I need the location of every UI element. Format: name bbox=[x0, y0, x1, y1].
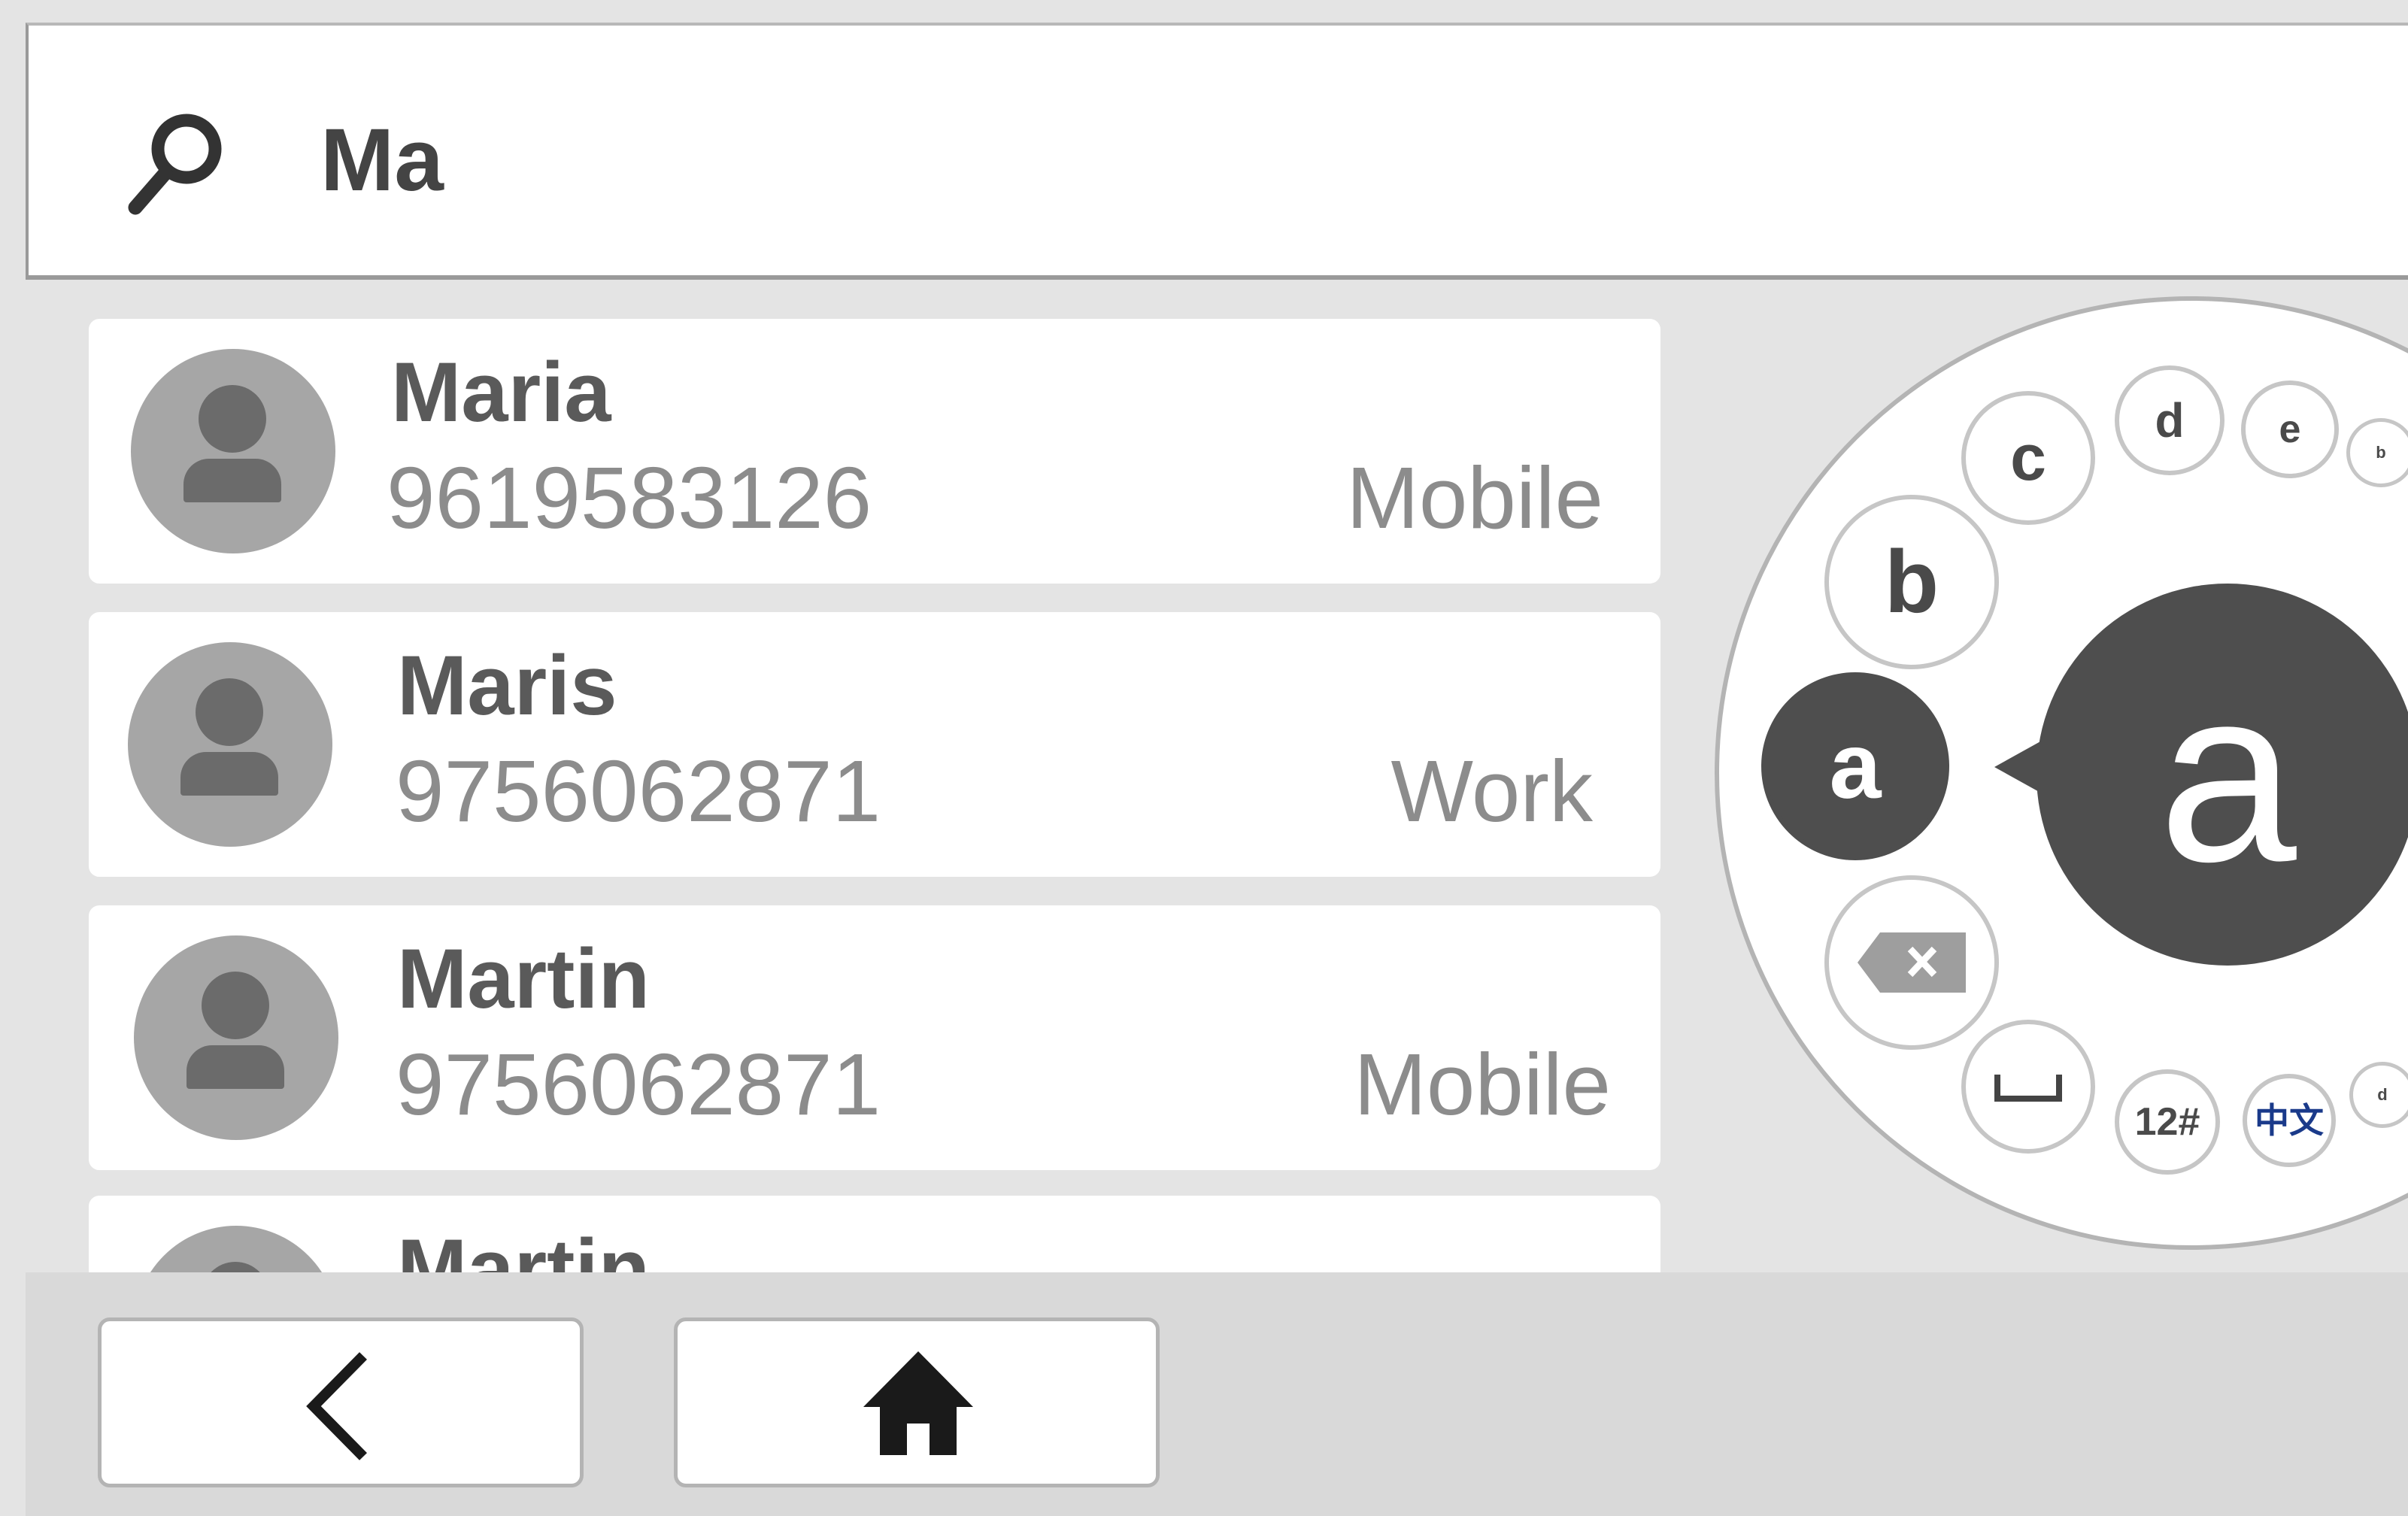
contact-name: Maris bbox=[397, 638, 617, 732]
dial-key-b[interactable]: b bbox=[1824, 495, 1999, 669]
home-icon bbox=[863, 1351, 973, 1455]
dial-key-d[interactable]: d bbox=[2115, 365, 2225, 475]
backspace-key[interactable] bbox=[1824, 875, 1999, 1050]
dial-key-b-small[interactable]: b bbox=[2346, 418, 2408, 487]
contact-item[interactable]: Maria 9619583126 Mobile bbox=[89, 319, 1660, 584]
dial-key-a[interactable]: a bbox=[1761, 672, 1949, 860]
contact-item[interactable]: Martin bbox=[89, 1196, 1660, 1274]
contact-item[interactable]: Martin 9756062871 Mobile bbox=[89, 905, 1660, 1170]
contact-number: 9619583126 bbox=[387, 449, 872, 547]
numbers-key[interactable]: 12# bbox=[2115, 1069, 2220, 1175]
avatar bbox=[131, 349, 335, 553]
dial-key-e[interactable]: e bbox=[2241, 381, 2339, 478]
chinese-input-key[interactable]: 中文 bbox=[2243, 1074, 2336, 1167]
contact-number: 9756062871 bbox=[396, 1035, 881, 1133]
space-icon bbox=[1994, 1075, 2062, 1102]
search-bar[interactable]: Ma bbox=[26, 23, 2408, 280]
bottom-nav-bar bbox=[26, 1272, 2408, 1516]
contact-number-type: Mobile bbox=[1346, 449, 1603, 547]
dial-key-c[interactable]: c bbox=[1961, 391, 2095, 525]
search-icon bbox=[128, 114, 222, 215]
back-icon bbox=[306, 1352, 367, 1460]
contact-name: Martin bbox=[397, 1222, 650, 1275]
contact-number: 9756062871 bbox=[396, 742, 881, 840]
contact-list[interactable]: Maria 9619583126 Mobile Maris 9756062871… bbox=[89, 319, 1688, 1274]
selected-letter-bubble: a bbox=[2036, 584, 2408, 966]
contact-number-type: Work bbox=[1391, 742, 1593, 840]
search-query[interactable]: Ma bbox=[320, 116, 444, 205]
home-button[interactable] bbox=[674, 1317, 1160, 1487]
contact-item[interactable]: Maris 9756062871 Work bbox=[89, 612, 1660, 877]
back-button[interactable] bbox=[98, 1317, 584, 1487]
avatar bbox=[134, 1226, 338, 1274]
contact-number-type: Mobile bbox=[1354, 1035, 1611, 1133]
contact-name: Martin bbox=[397, 932, 650, 1026]
backspace-icon bbox=[1858, 932, 1966, 993]
dial-key-d-small[interactable]: d bbox=[2349, 1062, 2408, 1128]
contact-name: Maria bbox=[391, 345, 611, 439]
avatar bbox=[128, 642, 332, 847]
contact-search-screen: Ma Maria 9619583126 Mobile Maris 9756062… bbox=[26, 0, 2408, 1516]
space-key[interactable] bbox=[1961, 1020, 2095, 1154]
avatar bbox=[134, 935, 338, 1140]
